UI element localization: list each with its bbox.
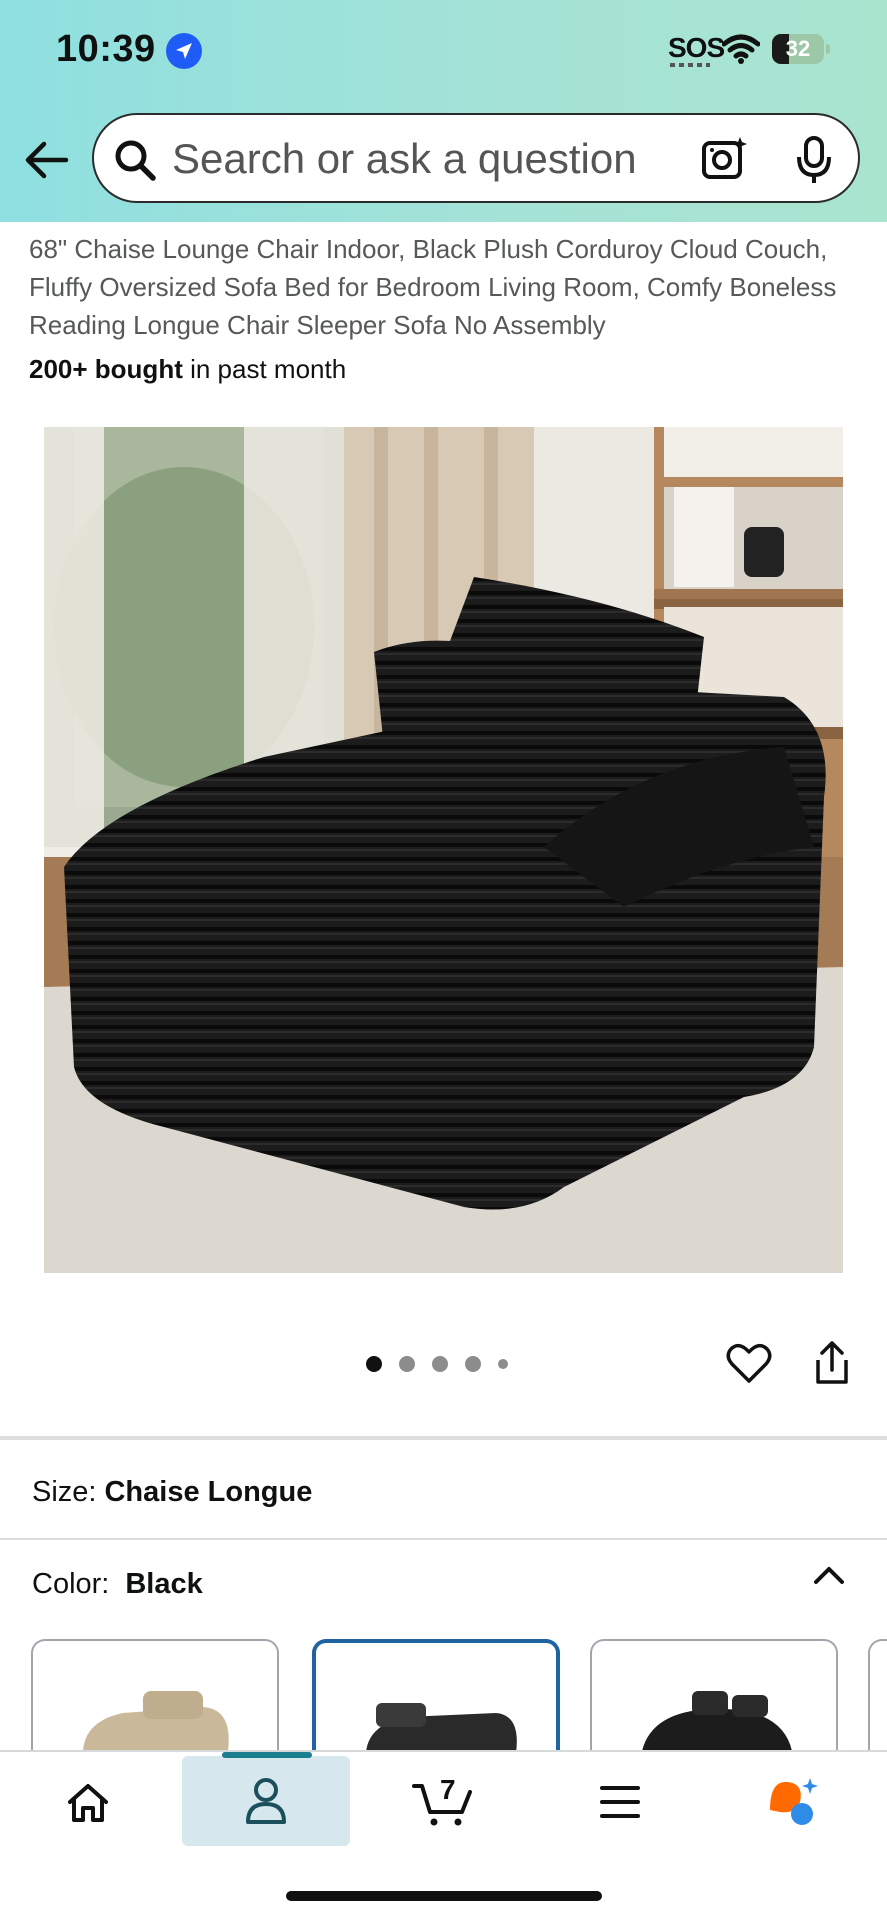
gallery-dot-4[interactable] xyxy=(465,1356,481,1372)
nav-active-indicator xyxy=(222,1752,312,1758)
back-arrow-icon[interactable] xyxy=(22,138,70,182)
bought-bold: 200+ bought xyxy=(29,354,183,384)
cart-count: 7 xyxy=(440,1774,456,1805)
camera-search-icon[interactable] xyxy=(700,135,748,183)
menu-icon[interactable] xyxy=(600,1784,640,1820)
microphone-icon[interactable] xyxy=(794,135,834,185)
header-bar: 10:39 SOS 32 Search or ask a question xyxy=(0,0,887,222)
gallery-dot-1[interactable] xyxy=(366,1356,382,1372)
size-selector[interactable]: Size: Chaise Longue xyxy=(32,1476,312,1509)
sos-indicator: SOS xyxy=(668,32,725,63)
product-title[interactable]: 68" Chaise Lounge Chair Indoor, Black Pl… xyxy=(29,230,859,344)
wifi-icon xyxy=(722,34,760,64)
account-icon[interactable] xyxy=(244,1776,288,1826)
product-image[interactable] xyxy=(44,427,843,1273)
search-icon xyxy=(115,140,156,181)
color-label: Color: xyxy=(32,1568,110,1600)
signal-dots-icon xyxy=(670,63,710,67)
bought-count: 200+ bought in past month xyxy=(29,354,346,385)
bought-rest: in past month xyxy=(182,354,347,384)
gallery-dot-5[interactable] xyxy=(498,1359,508,1369)
color-swatch-black-set[interactable] xyxy=(590,1639,838,1759)
battery-icon: 32 xyxy=(772,34,824,64)
home-indicator xyxy=(286,1891,602,1901)
search-placeholder: Search or ask a question xyxy=(172,135,637,182)
section-divider xyxy=(0,1436,887,1440)
status-time: 10:39 xyxy=(56,28,156,70)
color-selector[interactable]: Color: Black xyxy=(32,1568,203,1601)
battery-percent: 32 xyxy=(785,36,811,61)
color-swatch-beige[interactable] xyxy=(31,1639,279,1759)
gallery-dot-3[interactable] xyxy=(432,1356,448,1372)
location-arrow-icon xyxy=(166,33,202,69)
row-divider xyxy=(0,1538,887,1540)
home-icon[interactable] xyxy=(66,1782,110,1824)
battery-nub xyxy=(826,44,830,54)
size-value: Chaise Longue xyxy=(104,1476,313,1508)
color-swatch-more[interactable] xyxy=(868,1639,887,1759)
heart-icon[interactable] xyxy=(726,1342,772,1384)
color-swatch-black[interactable] xyxy=(312,1639,560,1759)
color-value: Black xyxy=(125,1568,203,1600)
search-input[interactable]: Search or ask a question xyxy=(92,113,860,203)
rufus-icon[interactable] xyxy=(766,1776,822,1828)
chevron-up-icon[interactable] xyxy=(812,1564,846,1586)
share-icon[interactable] xyxy=(812,1340,852,1386)
size-label: Size: xyxy=(32,1476,97,1508)
gallery-dot-2[interactable] xyxy=(399,1356,415,1372)
gallery-pagination[interactable] xyxy=(366,1354,508,1374)
